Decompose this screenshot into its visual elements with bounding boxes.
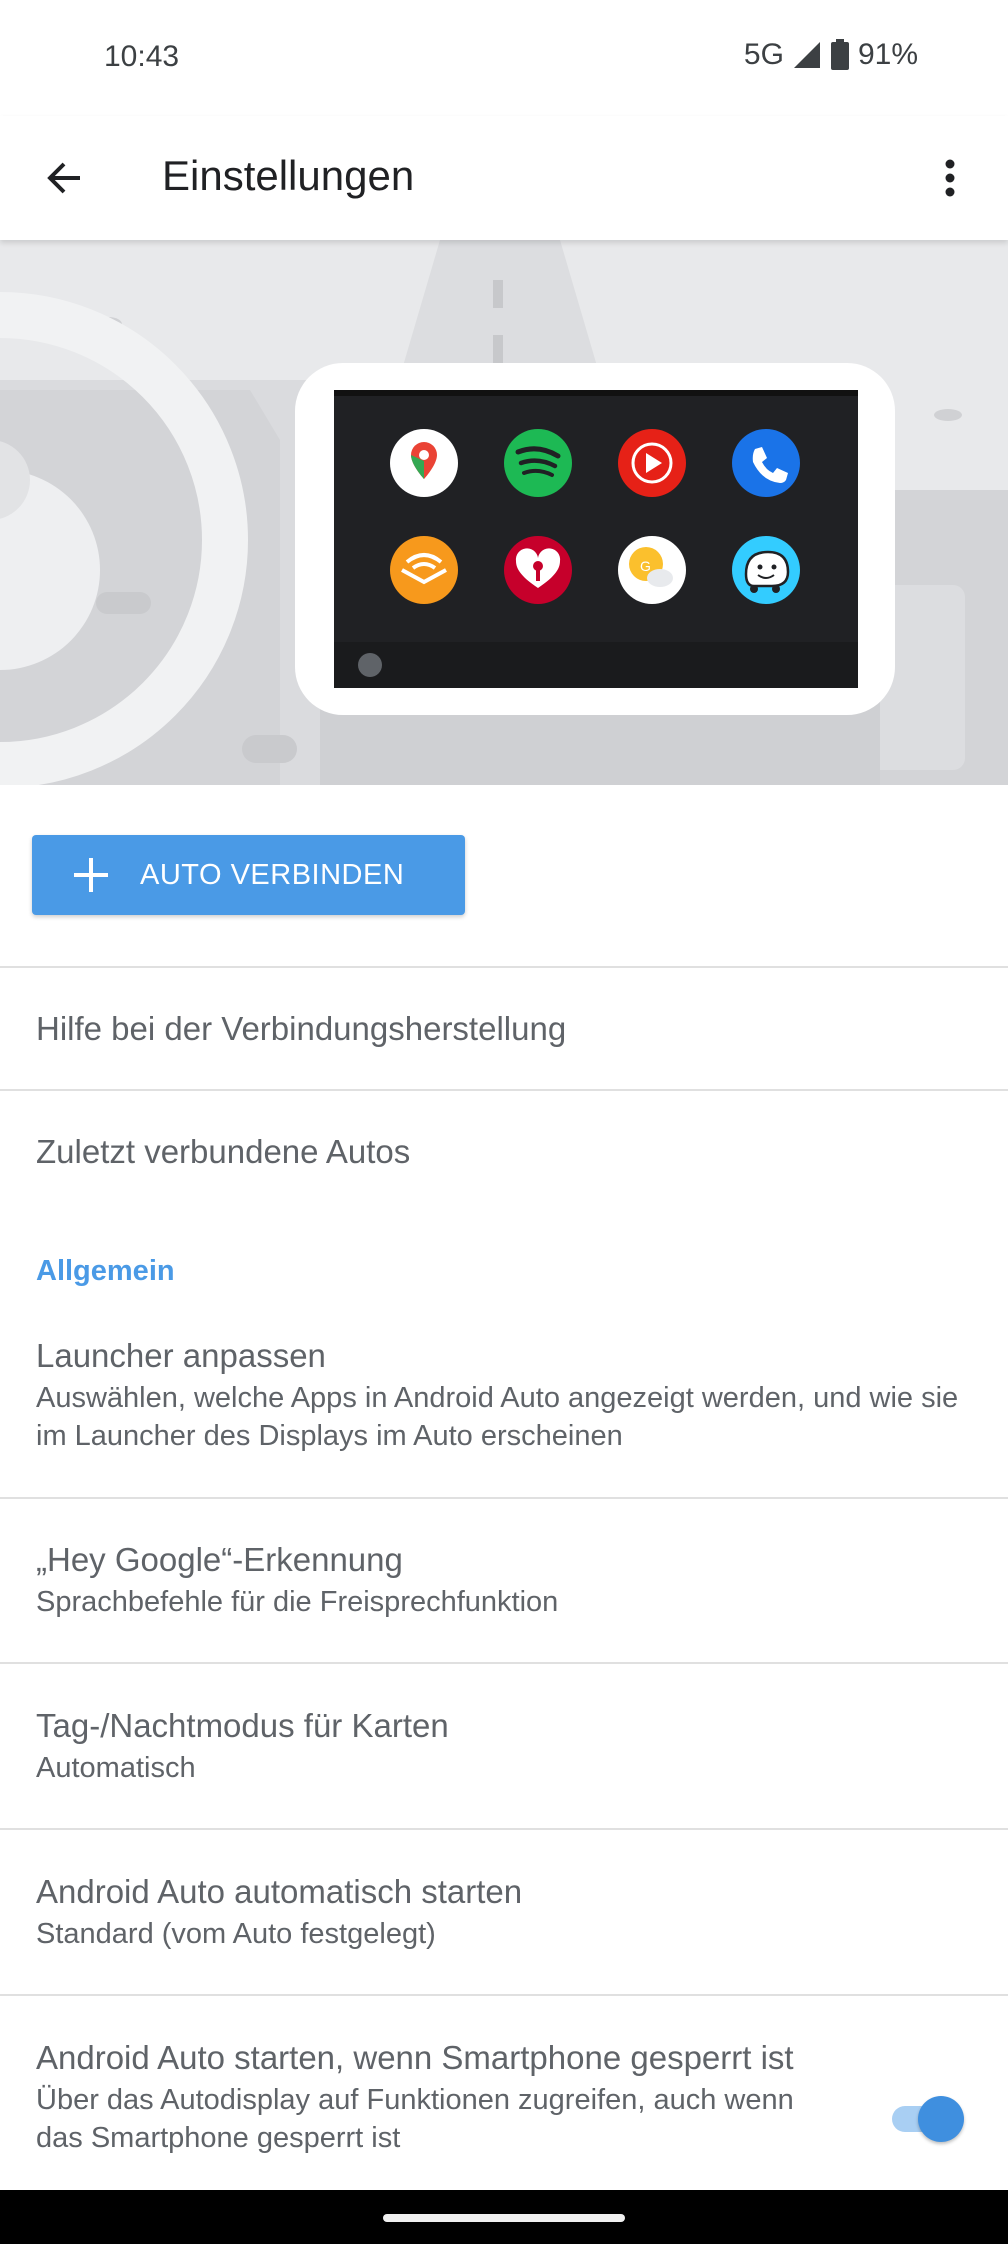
- setting-subtitle: Auswählen, welche Apps in Android Auto a…: [36, 1382, 959, 1452]
- toggle-thumb: [918, 2096, 964, 2142]
- navigation-bar: [0, 2190, 1008, 2244]
- divider: [0, 1497, 1008, 1499]
- divider: [0, 1828, 1008, 1830]
- page-title: Einstellungen: [162, 152, 415, 199]
- hero-illustration: G: [0, 240, 1008, 785]
- setting-hey-google[interactable]: „Hey Google“-Erkennung Sprachbefehle für…: [36, 1539, 976, 1621]
- status-bar: 10:43 5G 91%: [0, 0, 1008, 116]
- more-vert-icon[interactable]: [930, 154, 970, 202]
- plus-icon: [74, 858, 108, 892]
- audible-icon: [390, 536, 458, 604]
- setting-auto-start[interactable]: Android Auto automatisch starten Standar…: [36, 1871, 976, 1953]
- setting-subtitle: Automatisch: [36, 1752, 196, 1784]
- connect-car-button[interactable]: AUTO VERBINDEN: [32, 835, 465, 915]
- setting-title: Launcher anpassen: [36, 1337, 326, 1374]
- arrow-left-icon[interactable]: [40, 154, 88, 202]
- iheartradio-icon: [504, 536, 572, 604]
- weather-icon: G: [618, 536, 686, 604]
- divider: [0, 1994, 1008, 1996]
- help-connection-link[interactable]: Hilfe bei der Verbindungsherstellung: [36, 1010, 566, 1048]
- setting-title: Android Auto automatisch starten: [36, 1873, 523, 1910]
- setting-subtitle: Über das Autodisplay auf Funktionen zugr…: [36, 2084, 794, 2154]
- setting-title: „Hey Google“-Erkennung: [36, 1541, 403, 1578]
- setting-start-when-locked[interactable]: Android Auto starten, wenn Smartphone ge…: [36, 2037, 836, 2157]
- status-right: 5G 91%: [744, 38, 918, 72]
- start-when-locked-toggle[interactable]: [890, 2094, 966, 2142]
- connect-car-label: AUTO VERBINDEN: [140, 858, 405, 891]
- home-gesture-handle[interactable]: [383, 2214, 625, 2222]
- signal-icon: [793, 42, 820, 68]
- waze-icon: [732, 536, 800, 604]
- status-time: 10:43: [104, 40, 180, 73]
- phone-icon: [732, 429, 800, 497]
- setting-title: Tag-/Nachtmodus für Karten: [36, 1707, 449, 1744]
- svg-text:G: G: [640, 558, 651, 574]
- setting-subtitle: Sprachbefehle für die Freisprechfunktion: [36, 1586, 559, 1618]
- youtube-music-icon: [618, 429, 686, 497]
- setting-title: Android Auto starten, wenn Smartphone ge…: [36, 2039, 794, 2076]
- battery-level: 91%: [857, 38, 918, 71]
- app-bar: Einstellungen: [0, 116, 1008, 240]
- recent-cars-link[interactable]: Zuletzt verbundene Autos: [36, 1133, 410, 1171]
- divider: [0, 1662, 1008, 1664]
- maps-icon: [390, 429, 458, 497]
- spotify-icon: [504, 429, 572, 497]
- section-header-general: Allgemein: [36, 1255, 175, 1287]
- setting-customize-launcher[interactable]: Launcher anpassen Auswählen, welche Apps…: [36, 1335, 976, 1455]
- network-type: 5G: [743, 38, 784, 71]
- battery-icon: [830, 39, 849, 70]
- setting-subtitle: Standard (vom Auto festgelegt): [36, 1918, 436, 1950]
- divider: [0, 1089, 1008, 1091]
- setting-day-night-mode[interactable]: Tag-/Nachtmodus für Karten Automatisch: [36, 1705, 976, 1787]
- app-grid: G: [390, 429, 800, 604]
- divider: [0, 966, 1008, 968]
